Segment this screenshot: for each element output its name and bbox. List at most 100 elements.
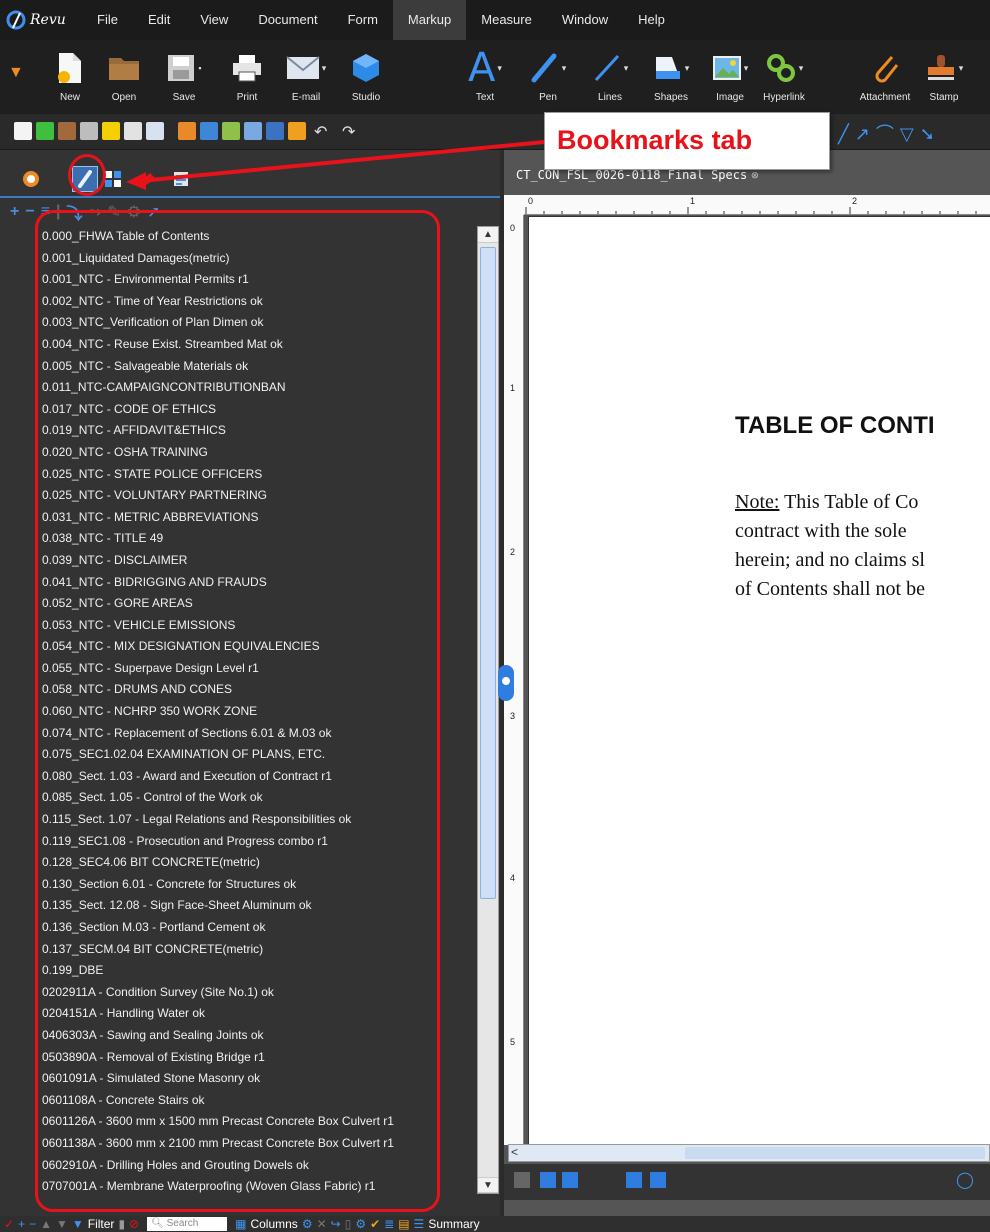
- fit-page-icon[interactable]: [514, 1172, 530, 1188]
- menu-file[interactable]: File: [82, 0, 133, 40]
- redo-icon[interactable]: ↷: [342, 122, 355, 142]
- actual-size-icon[interactable]: [562, 1172, 578, 1188]
- email-button[interactable]: ▾ E-mail: [276, 46, 336, 103]
- scroll-left-icon[interactable]: <: [511, 1145, 518, 1159]
- go-to-bookmark-icon[interactable]: ➚: [147, 202, 160, 222]
- scroll-up-icon[interactable]: ▲: [478, 227, 498, 243]
- bookmark-item[interactable]: 0.025_NTC - STATE POLICE OFFICERS: [36, 464, 476, 486]
- summary-icon[interactable]: ☰: [414, 1217, 425, 1231]
- quick-email-icon[interactable]: [146, 122, 164, 140]
- bookmark-item[interactable]: 0601138A - 3600 mm x 2100 mm Precast Con…: [36, 1133, 476, 1155]
- pdf-page[interactable]: TABLE OF CONTI Note: This Table of Co co…: [528, 216, 990, 1146]
- bookmark-item[interactable]: 0.052_NTC - GORE AREAS: [36, 593, 476, 615]
- lock-icon[interactable]: ▯: [345, 1217, 352, 1231]
- bookmark-item[interactable]: 0.128_SEC4.06 BIT CONCRETE(metric): [36, 852, 476, 874]
- tab-bookmarks[interactable]: [72, 166, 98, 192]
- studio-button[interactable]: Studio: [336, 46, 396, 103]
- bookmark-item[interactable]: 0.003_NTC_Verification of Plan Dimen ok: [36, 312, 476, 334]
- horizontal-scroll-thumb[interactable]: [685, 1147, 985, 1159]
- new-button[interactable]: New: [40, 46, 100, 103]
- bookmark-item[interactable]: 0.080_Sect. 1.03 - Award and Execution o…: [36, 766, 476, 788]
- remove-markup-icon[interactable]: −: [29, 1217, 36, 1231]
- bookmark-item[interactable]: 0.135_Sect. 12.08 - Sign Face-Sheet Alum…: [36, 895, 476, 917]
- close-tab-icon[interactable]: ⊗: [751, 168, 758, 182]
- app-logo[interactable]: Revu: [0, 9, 82, 31]
- bookmark-item[interactable]: 0.001_Liquidated Damages(metric): [36, 248, 476, 270]
- lines-button[interactable]: ▾ Lines: [580, 46, 640, 103]
- bookmark-item[interactable]: 0.054_NTC - MIX DESIGNATION EQUIVALENCIE…: [36, 636, 476, 658]
- bookmark-item[interactable]: 0.011_NTC-CAMPAIGNCONTRIBUTIONBAN: [36, 377, 476, 399]
- quick-spell-icon[interactable]: [244, 122, 262, 140]
- single-page-icon[interactable]: [626, 1172, 642, 1188]
- bookmark-item[interactable]: 0.002_NTC - Time of Year Restrictions ok: [36, 291, 476, 313]
- menu-window[interactable]: Window: [547, 0, 623, 40]
- bookmark-item[interactable]: 0.025_NTC - VOLUNTARY PARTNERING: [36, 485, 476, 507]
- bookmark-item[interactable]: 0.004_NTC - Reuse Exist. Streambed Mat o…: [36, 334, 476, 356]
- bookmark-item[interactable]: 0.060_NTC - NCHRP 350 WORK ZONE: [36, 701, 476, 723]
- columns-label[interactable]: Columns: [250, 1217, 297, 1231]
- bookmark-scrollbar[interactable]: ▲ ▼: [477, 226, 499, 1194]
- panel-collapse-handle[interactable]: [498, 665, 514, 701]
- layers-icon[interactable]: ≣: [384, 1217, 394, 1231]
- no-filter-icon[interactable]: ⊘: [129, 1217, 139, 1231]
- quick-ocr-icon[interactable]: [266, 122, 284, 140]
- bookmark-item[interactable]: 0.038_NTC - TITLE 49: [36, 528, 476, 550]
- quick-open-icon[interactable]: [58, 122, 76, 140]
- shapes-button[interactable]: ▾ Shapes: [641, 46, 701, 103]
- quick-bates-icon[interactable]: [288, 122, 306, 140]
- menu-document[interactable]: Document: [243, 0, 332, 40]
- bookmark-item[interactable]: 0.074_NTC - Replacement of Sections 6.01…: [36, 723, 476, 745]
- bookmark-item[interactable]: 0.199_DBE: [36, 960, 476, 982]
- add-bookmark-icon[interactable]: +: [10, 203, 19, 221]
- menu-view[interactable]: View: [185, 0, 243, 40]
- quick-page-icon[interactable]: [36, 122, 54, 140]
- bookmark-item[interactable]: 0602910A - Drilling Holes and Grouting D…: [36, 1155, 476, 1177]
- pen-button[interactable]: ▾ Pen: [518, 46, 578, 103]
- quick-new-icon[interactable]: [14, 122, 32, 140]
- filter-label[interactable]: Filter: [88, 1217, 115, 1231]
- print-button[interactable]: Print: [217, 46, 277, 103]
- bookmark-item[interactable]: 0503890A - Removal of Existing Bridge r1: [36, 1047, 476, 1069]
- clear-filter-icon[interactable]: ▮: [118, 1217, 125, 1231]
- export-icon[interactable]: ▤: [398, 1217, 409, 1231]
- bookmark-item[interactable]: 0.075_SEC1.02.04 EXAMINATION OF PLANS, E…: [36, 744, 476, 766]
- menu-measure[interactable]: Measure: [466, 0, 547, 40]
- quick-print-icon[interactable]: [124, 122, 142, 140]
- bookmark-item[interactable]: 0.039_NTC - DISCLAIMER: [36, 550, 476, 572]
- bookmark-item[interactable]: 0.053_NTC - VEHICLE EMISSIONS: [36, 615, 476, 637]
- tab-thumbnails[interactable]: [18, 166, 44, 192]
- add-markup-icon[interactable]: +: [18, 1217, 25, 1231]
- bookmark-item[interactable]: 0601126A - 3600 mm x 1500 mm Precast Con…: [36, 1111, 476, 1133]
- bookmark-item[interactable]: 0707001A - Membrane Waterproofing (Woven…: [36, 1176, 476, 1198]
- tab-file-access[interactable]: [100, 166, 126, 192]
- bookmark-item[interactable]: 0601108A - Concrete Stairs ok: [36, 1090, 476, 1112]
- tab-properties[interactable]: [168, 166, 194, 192]
- bookmark-item[interactable]: 0202911A - Condition Survey (Site No.1) …: [36, 982, 476, 1004]
- bookmark-item[interactable]: 0.019_NTC - AFFIDAVIT&ETHICS: [36, 420, 476, 442]
- bookmark-item[interactable]: 0.000_FHWA Table of Contents: [36, 226, 476, 248]
- quick-box-icon[interactable]: [178, 122, 196, 140]
- search-input[interactable]: 🔍︎ Search: [147, 1217, 228, 1231]
- bookmark-item[interactable]: 0.020_NTC - OSHA TRAINING: [36, 442, 476, 464]
- bookmark-item[interactable]: 0.055_NTC - Superpave Design Level r1: [36, 658, 476, 680]
- filter-icon[interactable]: ▼: [72, 1217, 84, 1231]
- hyperlink-button[interactable]: ▾ Hyperlink: [754, 46, 814, 103]
- save-button[interactable]: ▪ Save: [154, 46, 214, 103]
- bookmark-item[interactable]: 0406303A - Sawing and Sealing Joints ok: [36, 1025, 476, 1047]
- settings-icon[interactable]: ⚙: [302, 1217, 313, 1231]
- scroll-down-icon[interactable]: ▼: [478, 1177, 498, 1193]
- scroll-thumb[interactable]: [480, 247, 496, 899]
- bookmark-item[interactable]: 0601091A - Simulated Stone Masonry ok: [36, 1068, 476, 1090]
- menu-markup[interactable]: Markup: [392, 0, 467, 40]
- quick-note-icon[interactable]: [102, 122, 120, 140]
- remove-bookmark-icon[interactable]: −: [25, 203, 34, 221]
- stamp-button[interactable]: ▾ Stamp: [914, 46, 974, 103]
- bookmark-settings-icon[interactable]: ⚙: [127, 202, 141, 222]
- toolbar-collapse-icon[interactable]: ▼: [8, 64, 24, 82]
- bookmark-item[interactable]: 0.119_SEC1.08 - Prosecution and Progress…: [36, 831, 476, 853]
- fit-width-icon[interactable]: [540, 1172, 556, 1188]
- lasso-icon[interactable]: ◯: [956, 1170, 974, 1190]
- bookmark-item[interactable]: 0.001_NTC - Environmental Permits r1: [36, 269, 476, 291]
- attachment-button[interactable]: Attachment: [855, 46, 915, 103]
- edit-bookmark-icon[interactable]: ✎: [107, 202, 120, 222]
